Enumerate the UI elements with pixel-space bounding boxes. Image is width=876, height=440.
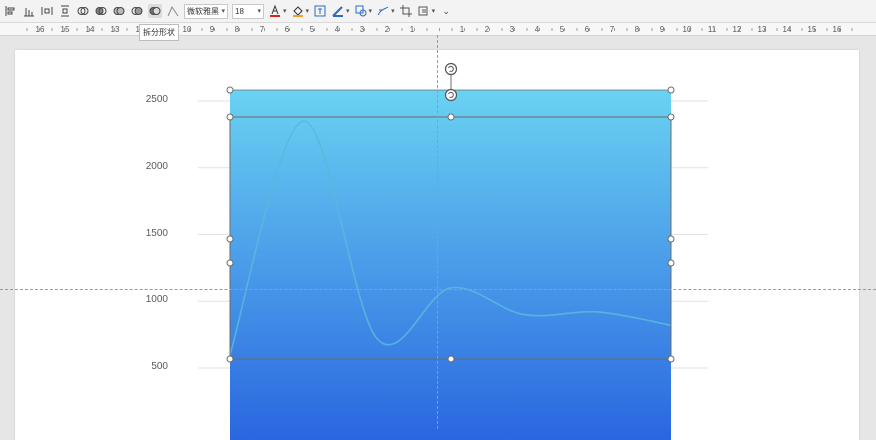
resize-handle[interactable] (667, 355, 675, 363)
font-size-select[interactable]: 18 ▾ (232, 3, 264, 19)
ruler-label: 14 (86, 25, 95, 34)
ruler-label: 1 (460, 25, 465, 34)
horizontal-ruler[interactable]: 1615141312109876543211234567891011121314… (0, 23, 876, 36)
resize-handle[interactable] (226, 235, 234, 243)
outline-icon[interactable] (331, 4, 345, 18)
chevron-down-icon[interactable]: ▾ (346, 7, 350, 15)
font-color-icon[interactable] (268, 4, 282, 18)
arrange-icon[interactable] (417, 4, 431, 18)
text-box-icon[interactable] (313, 4, 327, 18)
ruler-label: 2 (385, 25, 390, 34)
chevron-down-icon[interactable]: ▾ (391, 7, 395, 15)
chevron-down-icon: ▾ (221, 8, 225, 15)
ruler-label: 7 (610, 25, 615, 34)
resize-handle[interactable] (667, 259, 675, 267)
merge-shapes-intersect-icon[interactable] (130, 4, 144, 18)
align-left-icon[interactable] (4, 4, 18, 18)
merge-shapes-subtract-icon[interactable] (148, 4, 162, 18)
resize-handle[interactable] (226, 113, 234, 121)
ruler-label: 4 (535, 25, 540, 34)
distribute-icon[interactable] (40, 4, 54, 18)
ruler-label: 9 (210, 25, 215, 34)
ruler-label: 3 (360, 25, 365, 34)
ruler-label: 13 (111, 25, 120, 34)
resize-handle[interactable] (447, 113, 455, 121)
ruler-label: 15 (808, 25, 817, 34)
merge-shapes-fragment-icon[interactable] (112, 4, 126, 18)
more-icon[interactable]: ⌄ (439, 4, 453, 18)
chevron-down-icon[interactable]: ▾ (432, 7, 436, 15)
gradient-area-shape[interactable] (230, 90, 671, 440)
chevron-down-icon: ▾ (257, 8, 261, 15)
resize-handle[interactable] (667, 86, 675, 94)
horizontal-guide[interactable] (0, 289, 876, 290)
ruler-label: 11 (708, 25, 717, 34)
y-tick-label: 2000 (145, 160, 168, 172)
distribute-vertical-icon[interactable] (58, 4, 72, 18)
ruler-label: 13 (758, 25, 767, 34)
merge-shapes-combine-icon[interactable] (94, 4, 108, 18)
resize-handle[interactable] (667, 113, 675, 121)
ruler-label: 6 (285, 25, 290, 34)
resize-handle[interactable] (226, 259, 234, 267)
font-name-value: 微软雅黑 (187, 6, 219, 16)
resize-handle[interactable] (226, 355, 234, 363)
shape-icon[interactable] (354, 4, 368, 18)
y-tick-label: 2500 (145, 94, 168, 105)
y-tick-label: 1000 (145, 294, 168, 306)
ruler-label: 7 (260, 25, 265, 34)
ruler-label: 8 (635, 25, 640, 34)
align-bars-icon[interactable] (22, 4, 36, 18)
ruler-label: 2 (485, 25, 490, 34)
ruler-label: 16 (833, 25, 842, 34)
font-size-value: 18 (235, 6, 244, 16)
fill-color-icon[interactable] (291, 4, 305, 18)
ruler-label: 15 (61, 25, 70, 34)
ruler-label: 8 (235, 25, 240, 34)
y-tick-label: 500 (151, 361, 168, 372)
ruler-label: 4 (335, 25, 340, 34)
resize-handle[interactable] (226, 86, 234, 94)
rotate-handle-icon[interactable] (444, 62, 458, 76)
crop-icon[interactable] (399, 4, 413, 18)
ruler-label: 5 (310, 25, 315, 34)
vertical-guide[interactable] (437, 35, 438, 429)
ruler-label: 6 (585, 25, 590, 34)
ruler-label: 10 (183, 25, 192, 34)
chevron-down-icon[interactable]: ▾ (306, 7, 310, 15)
ruler-label: 1 (410, 25, 415, 34)
ruler-label: 9 (660, 25, 665, 34)
chevron-down-icon[interactable]: ▾ (369, 7, 373, 15)
resize-handle[interactable] (447, 355, 455, 363)
ruler-label: 5 (560, 25, 565, 34)
drawing-toolbar: 微软雅黑 ▾ 18 ▾ ▾ ▾ ▾ ▾ ▾ ▾ ⌄ (0, 0, 876, 23)
edit-points-icon[interactable] (166, 4, 180, 18)
rotate-handle-icon[interactable] (444, 88, 458, 102)
y-tick-label: 1500 (145, 227, 168, 239)
font-name-select[interactable]: 微软雅黑 ▾ (184, 3, 228, 19)
chevron-down-icon[interactable]: ▾ (283, 7, 287, 15)
ruler-label: 12 (733, 25, 742, 34)
ruler-label: 14 (783, 25, 792, 34)
ruler-label: 3 (510, 25, 515, 34)
tooltip: 拆分形状 (139, 24, 179, 41)
effects-icon[interactable] (376, 4, 390, 18)
ruler-label: 10 (683, 25, 692, 34)
ruler-label: 16 (36, 25, 45, 34)
resize-handle[interactable] (667, 235, 675, 243)
merge-shapes-union-icon[interactable] (76, 4, 90, 18)
